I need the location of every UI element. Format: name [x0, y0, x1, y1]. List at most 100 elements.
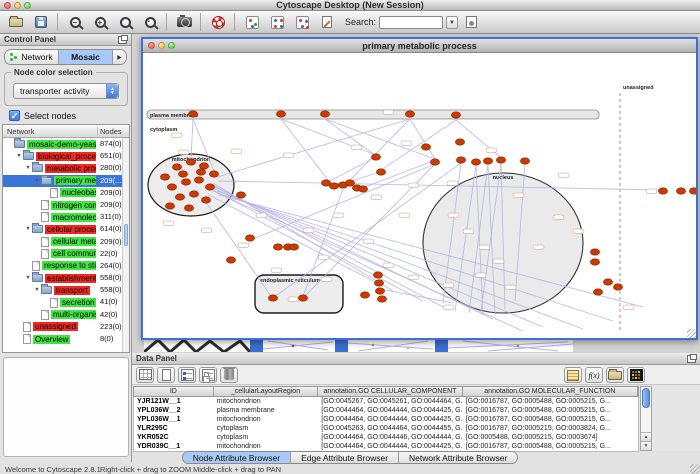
background-window-sliver[interactable]	[348, 339, 435, 352]
network-view-titlebar[interactable]: primary metabolic process	[143, 39, 696, 53]
table-cell[interactable]: [GO:0044464, GO:0044446, GO:0044444, G..…	[318, 433, 462, 442]
tree-row-establishment-of-lo[interactable]: ▼establishment of lo558(0)	[3, 272, 129, 284]
network-node[interactable]	[194, 177, 203, 183]
table-cell[interactable]: YDR039C__1	[134, 442, 214, 451]
network-node[interactable]	[178, 171, 187, 177]
network-node[interactable]	[329, 183, 338, 189]
network-node[interactable]	[276, 111, 285, 117]
float-panel-icon[interactable]	[687, 355, 696, 363]
network-edge[interactable]	[381, 120, 456, 170]
background-window-sliver[interactable]	[144, 339, 250, 352]
zoom-fit-button[interactable]	[140, 13, 160, 31]
expand-triangle-icon[interactable]: ▼	[24, 275, 32, 281]
network-node[interactable]	[590, 249, 599, 255]
table-cell[interactable]: mitochondrion	[214, 397, 319, 406]
network-node[interactable]	[375, 288, 384, 294]
network-node[interactable]	[376, 169, 385, 175]
background-window-corner[interactable]	[435, 339, 448, 352]
table-cell[interactable]: [GO:0016787, GO:0005488, GO:0005215, G..…	[463, 442, 638, 451]
formula-builder-button[interactable]: f(x)	[585, 367, 603, 383]
network-node[interactable]	[188, 111, 197, 117]
float-panel-icon[interactable]	[118, 36, 127, 44]
network-edge[interactable]	[380, 289, 453, 303]
network-canvas[interactable]: plasma membranecytoplasmmitochondrionnuc…	[143, 53, 696, 338]
expand-triangle-icon[interactable]: ▼	[33, 178, 41, 184]
tab-network-attribute-browser[interactable]: Network Attribute Browser	[399, 452, 517, 463]
scroll-down-button[interactable]: ▼	[641, 441, 651, 450]
table-row-ypl036w-2[interactable]: YPL036W__2plasma membrane[GO:0044464, GO…	[134, 406, 638, 415]
tree-row-transport[interactable]: ▼transport558(0)	[3, 284, 129, 296]
tree-row-metabolic-process[interactable]: ▼metabolic process280(0)	[3, 162, 129, 174]
tree-row-biological-process[interactable]: ▼biological_process651(0)	[3, 150, 129, 162]
table-cell[interactable]: [GO:0005488, GO:0005215, GO:0003674]	[463, 433, 638, 442]
network-node[interactable]	[167, 184, 176, 190]
network-node[interactable]	[590, 259, 599, 265]
network-node[interactable]	[430, 159, 439, 165]
table-cell[interactable]: cytoplasm	[214, 424, 319, 433]
network-edge[interactable]	[410, 119, 435, 159]
network-node[interactable]	[160, 174, 169, 180]
network-node[interactable]	[373, 272, 382, 278]
network-node[interactable]	[658, 188, 667, 194]
column-header-cellular-component[interactable]: annotation.GO CELLULAR_COMPONENT	[318, 387, 462, 396]
network-node[interactable]	[455, 139, 464, 145]
table-cell[interactable]: mitochondrion	[214, 415, 319, 424]
network-node[interactable]	[345, 180, 354, 186]
network-node[interactable]	[245, 235, 254, 241]
network-node[interactable]	[175, 194, 184, 200]
network-node[interactable]	[496, 157, 505, 163]
table-row-yjr121w-1[interactable]: YJR121W__1mitochondrion[GO:0045267, GO:0…	[134, 397, 638, 406]
network-node[interactable]	[226, 257, 235, 263]
table-cell[interactable]: YKR052C	[134, 433, 214, 442]
node-color-dropdown[interactable]: transporter activity ▲▼	[13, 83, 119, 99]
frame-minimize-button[interactable]	[158, 42, 165, 49]
network-node[interactable]	[471, 159, 480, 165]
network-graph[interactable]: plasma membranecytoplasmmitochondrionnuc…	[143, 53, 696, 338]
search-input[interactable]	[379, 16, 443, 29]
import-attributes-button[interactable]	[606, 367, 624, 383]
table-cell[interactable]: [GO:0016787, GO:0005488, GO:0005215, G..…	[463, 397, 638, 406]
table-scrollbar-thumb[interactable]	[642, 388, 650, 408]
table-cell[interactable]: [GO:0044464, GO:0044444, GO:0044425, G..…	[318, 406, 462, 415]
tree-scrollbar[interactable]	[122, 138, 129, 352]
network-node[interactable]	[377, 296, 386, 302]
network-node[interactable]	[196, 169, 205, 175]
network-node[interactable]	[456, 157, 465, 163]
zoom-button[interactable]	[24, 2, 31, 9]
table-cell[interactable]: YPL036W__2	[134, 406, 214, 415]
frame-close-button[interactable]	[148, 42, 155, 49]
network-node[interactable]	[181, 179, 190, 185]
network-node[interactable]	[273, 244, 282, 250]
column-header-molecular-function[interactable]: annotation.GO MOLECULAR_FUNCTION	[463, 387, 638, 396]
tab-scroll-right-button[interactable]: ▶	[113, 50, 126, 64]
table-cell[interactable]: [GO:0016787, GO:0005488, GO:0005215, G..…	[463, 415, 638, 424]
frame-zoom-button[interactable]	[168, 42, 175, 49]
network-node[interactable]	[236, 192, 245, 198]
network-node[interactable]	[371, 154, 380, 160]
network-node[interactable]	[172, 164, 181, 170]
network-node[interactable]	[320, 111, 329, 117]
window-titlebar[interactable]: Cytoscape Desktop (New Session)	[0, 0, 700, 11]
table-cell[interactable]: YLR295C	[134, 424, 214, 433]
background-window-corner[interactable]	[250, 339, 263, 352]
minimize-button[interactable]	[14, 2, 21, 9]
layout-grid-button[interactable]	[267, 13, 287, 31]
close-button[interactable]	[4, 2, 11, 9]
tree-row-unassigned[interactable]: unassigned223(0)	[3, 321, 129, 333]
help-button[interactable]	[208, 13, 228, 31]
table-row-ydr039c-1[interactable]: YDR039C__1mitochondrion[GO:0044464, GO:0…	[134, 442, 638, 451]
table-cell[interactable]: [GO:0044464, GO:0044444, GO:0044425, G..…	[318, 442, 462, 451]
network-edge[interactable]	[218, 181, 661, 190]
network-node[interactable]	[520, 158, 529, 164]
background-window-corner[interactable]	[335, 339, 348, 352]
network-node[interactable]	[483, 158, 492, 164]
network-node[interactable]	[209, 171, 218, 177]
attribute-list-button[interactable]	[564, 367, 582, 383]
network-node[interactable]	[593, 289, 602, 295]
table-cell[interactable]: [GO:0016787, GO:0005488, GO:0005215, G..…	[463, 406, 638, 415]
expand-triangle-icon[interactable]: ▼	[15, 153, 23, 159]
zoom-selected-button[interactable]	[115, 13, 135, 31]
new-attribute-button[interactable]	[157, 367, 175, 383]
tree-row-secretion[interactable]: secretion41(0)	[3, 296, 129, 308]
column-header-region[interactable]: _cellularLayoutRegion	[214, 387, 319, 396]
